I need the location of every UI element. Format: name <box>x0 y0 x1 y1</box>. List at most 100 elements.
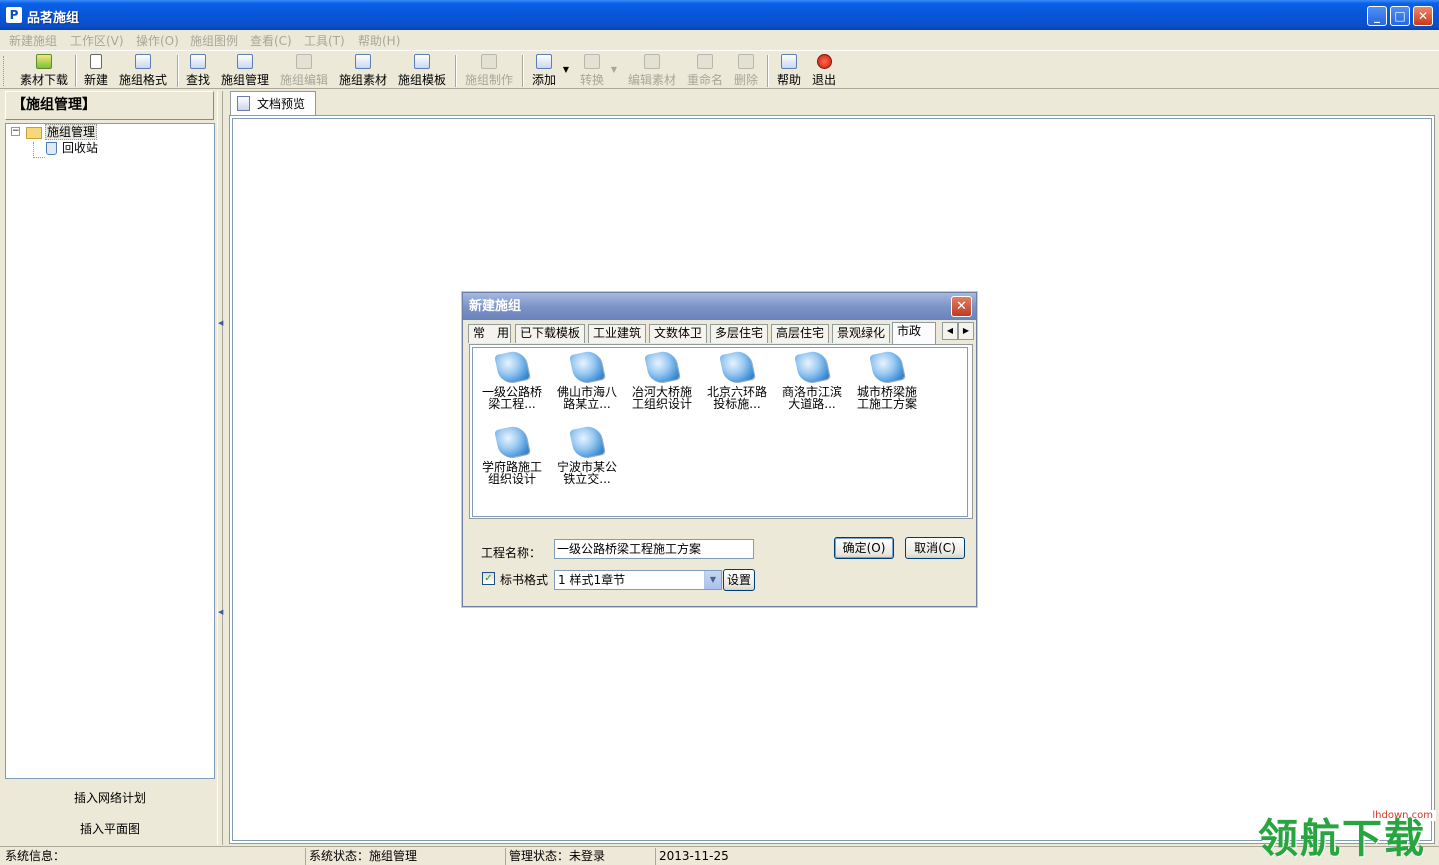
material-download-button[interactable]: 素材下载 <box>18 53 70 87</box>
template-list-panel: 一级公路桥梁工程... 佛山市海八路某立... 冶河大桥施工组织设计 北京六环路… <box>469 344 973 519</box>
close-button[interactable]: ✕ <box>1413 6 1433 26</box>
dialog-close-button[interactable]: ✕ <box>951 296 972 317</box>
document-file-icon <box>569 424 605 460</box>
make-button[interactable]: 施组制作 <box>463 53 515 87</box>
material-icon <box>355 54 371 69</box>
delete-button[interactable]: 删除 <box>732 53 760 87</box>
menu-operation[interactable]: 操作(O) <box>136 32 179 49</box>
document-file-icon <box>494 424 530 460</box>
collapse-left-arrow-icon[interactable]: ◀ <box>218 609 223 616</box>
tab-culture[interactable]: 文数体卫 <box>649 324 707 343</box>
manage-icon <box>237 54 253 69</box>
template-item[interactable]: 商洛市江滨大道路... <box>777 349 847 424</box>
format-checkbox[interactable]: ✓ <box>482 572 495 585</box>
status-bar: 系统信息： 系统状态：施组管理 管理状态：未登录 2013-11-25 <box>0 846 1439 865</box>
template-item[interactable]: 城市桥梁施工施工方案 <box>852 349 922 424</box>
window-title: 品茗施组 <box>27 11 80 26</box>
template-button[interactable]: 施组模板 <box>396 53 448 87</box>
convert-icon <box>584 54 600 69</box>
ok-button[interactable]: 确定(O) <box>834 537 894 559</box>
rename-icon <box>697 54 713 69</box>
tab-downloaded[interactable]: 已下载模板 <box>515 324 585 343</box>
tab-scroll-left-icon[interactable]: ◀ <box>942 322 958 340</box>
splitter-bar[interactable] <box>217 91 223 845</box>
document-file-icon <box>719 349 755 385</box>
app-icon: P <box>6 7 22 23</box>
template-item[interactable]: 一级公路桥梁工程... <box>477 349 547 424</box>
menu-new-plan[interactable]: 新建施组 <box>9 32 57 49</box>
format-select[interactable]: 1 样式1章节 ▼ <box>554 570 722 590</box>
status-date: 2013-11-25 <box>655 848 775 865</box>
dialog-form: 工程名称： 一级公路桥梁工程施工方案 确定(O) 取消(C) ✓ 标书格式 1 … <box>469 523 973 603</box>
tree-line <box>33 142 34 158</box>
tab-industrial[interactable]: 工业建筑 <box>588 324 646 343</box>
template-item[interactable]: 冶河大桥施工组织设计 <box>627 349 697 424</box>
material-button[interactable]: 施组素材 <box>337 53 389 87</box>
menu-tools[interactable]: 工具(T) <box>304 32 345 49</box>
tab-scroll-right-icon[interactable]: ▶ <box>958 322 974 340</box>
convert-button[interactable]: 转换 <box>578 53 606 87</box>
add-dropdown-arrow[interactable]: ▼ <box>560 53 572 87</box>
template-icon <box>414 54 430 69</box>
tab-multi-storey[interactable]: 多层住宅 <box>710 324 768 343</box>
template-item[interactable]: 北京六环路投标施... <box>702 349 772 424</box>
toolbar: 素材下载 新建 施组格式 查找 施组管理 施组编辑 施组素材 施组模板 施组制作… <box>0 50 1439 89</box>
panel-splitter[interactable]: ◀ ◀ <box>215 91 225 845</box>
edit-material-icon <box>644 54 660 69</box>
plan-tree[interactable]: − 施组管理 回收站 <box>5 123 215 779</box>
manage-button[interactable]: 施组管理 <box>219 53 271 87</box>
menu-view[interactable]: 查看(C) <box>250 32 292 49</box>
document-file-icon <box>869 349 905 385</box>
exit-button[interactable]: 退出 <box>810 53 838 87</box>
exit-icon <box>816 54 832 69</box>
add-button[interactable]: 添加 <box>530 53 558 87</box>
cancel-button[interactable]: 取消(C) <box>905 537 965 559</box>
insert-floor-plan-button[interactable]: 插入平面图 <box>5 815 215 843</box>
watermark: lhdown.com 领航下载 <box>1256 810 1436 862</box>
maximize-button[interactable]: □ <box>1390 6 1410 26</box>
tab-document-preview[interactable]: 文档预览 <box>230 91 316 115</box>
template-list[interactable]: 一级公路桥梁工程... 佛山市海八路某立... 冶河大桥施工组织设计 北京六环路… <box>472 347 968 517</box>
insert-network-plan-button[interactable]: 插入网络计划 <box>5 784 215 812</box>
template-item[interactable]: 学府路施工组织设计 <box>477 424 547 499</box>
document-file-icon <box>644 349 680 385</box>
edit-material-button[interactable]: 编辑素材 <box>626 53 678 87</box>
menu-bar: 新建施组 工作区(V) 操作(O) 施组图例 查看(C) 工具(T) 帮助(H) <box>0 30 1439 49</box>
menu-workspace[interactable]: 工作区(V) <box>70 32 124 49</box>
collapse-left-arrow-icon[interactable]: ◀ <box>218 320 223 327</box>
tree-node-root[interactable]: − 施组管理 <box>6 124 206 140</box>
tab-high-rise[interactable]: 高层住宅 <box>771 324 829 343</box>
status-system-state: 系统状态：施组管理 <box>305 848 505 865</box>
format-button[interactable]: 施组格式 <box>117 53 169 87</box>
document-tabstrip: 文档预览 <box>226 91 1439 116</box>
tree-node-label: 回收站 <box>62 141 99 155</box>
project-name-input[interactable]: 一级公路桥梁工程施工方案 <box>554 539 754 559</box>
tree-node-label: 施组管理 <box>45 124 98 140</box>
left-panel: 【施组管理】 − 施组管理 回收站 插入网络计划 插入平面图 <box>5 91 215 845</box>
status-management-state: 管理状态：未登录 <box>505 848 655 865</box>
edit-button[interactable]: 施组编辑 <box>278 53 330 87</box>
template-item[interactable]: 佛山市海八路某立... <box>552 349 622 424</box>
toolbar-separator <box>177 55 179 87</box>
help-button[interactable]: 帮助 <box>775 53 803 87</box>
new-button[interactable]: 新建 <box>82 53 110 87</box>
template-item[interactable]: 宁波市某公铁立交... <box>552 424 622 499</box>
collapse-icon[interactable]: − <box>11 127 20 136</box>
convert-dropdown-arrow[interactable]: ▼ <box>608 53 620 87</box>
tree-node-recycle-bin[interactable]: 回收站 <box>46 140 98 156</box>
settings-button[interactable]: 设置 <box>723 569 755 591</box>
new-document-icon <box>90 54 102 69</box>
chevron-down-icon[interactable]: ▼ <box>704 571 721 589</box>
rename-button[interactable]: 重命名 <box>685 53 725 87</box>
find-button[interactable]: 查找 <box>184 53 212 87</box>
dialog-title-bar[interactable]: 新建施组 ✕ <box>463 293 976 320</box>
tab-municipal[interactable]: 市政 <box>892 322 936 344</box>
status-system-info: 系统信息： <box>5 849 66 863</box>
edit-icon <box>296 54 312 69</box>
menu-legend[interactable]: 施组图例 <box>190 32 238 49</box>
tab-landscape[interactable]: 景观绿化 <box>832 324 890 343</box>
add-icon <box>536 54 552 69</box>
tab-common[interactable]: 常 用 <box>468 324 511 343</box>
menu-help[interactable]: 帮助(H) <box>358 32 400 49</box>
minimize-button[interactable]: _ <box>1367 6 1387 26</box>
